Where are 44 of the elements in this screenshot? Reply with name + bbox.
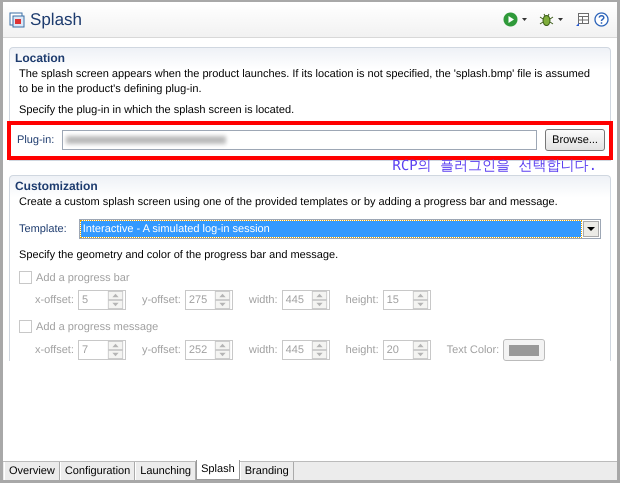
tab[interactable]: Splash [196,460,240,480]
field-label: height: [346,344,379,356]
annotation-text: RCP의 플러그인을 선택합니다. [392,159,597,175]
spinner-arrows-icon[interactable] [412,341,429,359]
template-label: Template: [19,223,67,235]
caret-icon[interactable] [522,18,527,21]
geometry-prompt: Specify the geometry and color of the progress bar and message. [18,248,340,261]
run-icon[interactable] [503,12,518,27]
splash-page-icon [9,12,25,28]
spinner-arrows-icon[interactable] [214,291,231,309]
field-label: Text Color: [446,344,500,356]
spinner-arrows-icon[interactable] [214,341,231,359]
checkbox-label: Add a progress message [36,320,158,332]
editor-title: Splash [30,10,82,30]
field-label: width: [248,294,278,306]
tab[interactable]: Overview [4,462,60,480]
color-button[interactable] [503,339,546,361]
spinner-arrows-icon[interactable] [106,341,124,359]
field-label: x-offset: [35,344,74,356]
spinner-arrows-icon[interactable] [310,291,328,309]
browse-button[interactable]: Browse... [545,129,605,151]
help-icon[interactable] [594,12,609,27]
plugin-field[interactable] [62,130,538,150]
plugin-label: Plug-in: [17,134,54,146]
caret-icon[interactable] [558,18,563,21]
tab[interactable]: Configuration [60,462,136,480]
spinner-arrows-icon[interactable] [106,291,124,309]
field-label: height: [346,294,379,306]
field-label: y-offset: [142,344,181,356]
spinner-arrows-icon[interactable] [412,291,429,309]
table-icon[interactable] [575,12,590,27]
field-label: x-offset: [35,294,74,306]
section-title: Customization [14,178,99,195]
field-label: width: [248,344,278,356]
template-dropdown[interactable]: Interactive - A simulated log-in session [78,219,601,239]
tab[interactable]: Branding [240,462,294,480]
location-prompt: Specify the plug-in in which the splash screen is located. [18,103,296,118]
spinner-arrows-icon[interactable] [310,341,328,359]
customization-description: Create a custom splash screen using one of the provided templates or by adding a progress bar and message. [18,195,559,210]
bug-icon[interactable] [539,12,554,27]
checkbox-label: Add a progress bar [36,272,130,284]
section-title: Location [14,50,66,67]
location-description: The splash screen appears when the product launches. If its location is not specified, the 'splash.bmp' file is assumed to be in the product's defining plug-in. [18,67,592,97]
field-label: y-offset: [142,294,181,306]
